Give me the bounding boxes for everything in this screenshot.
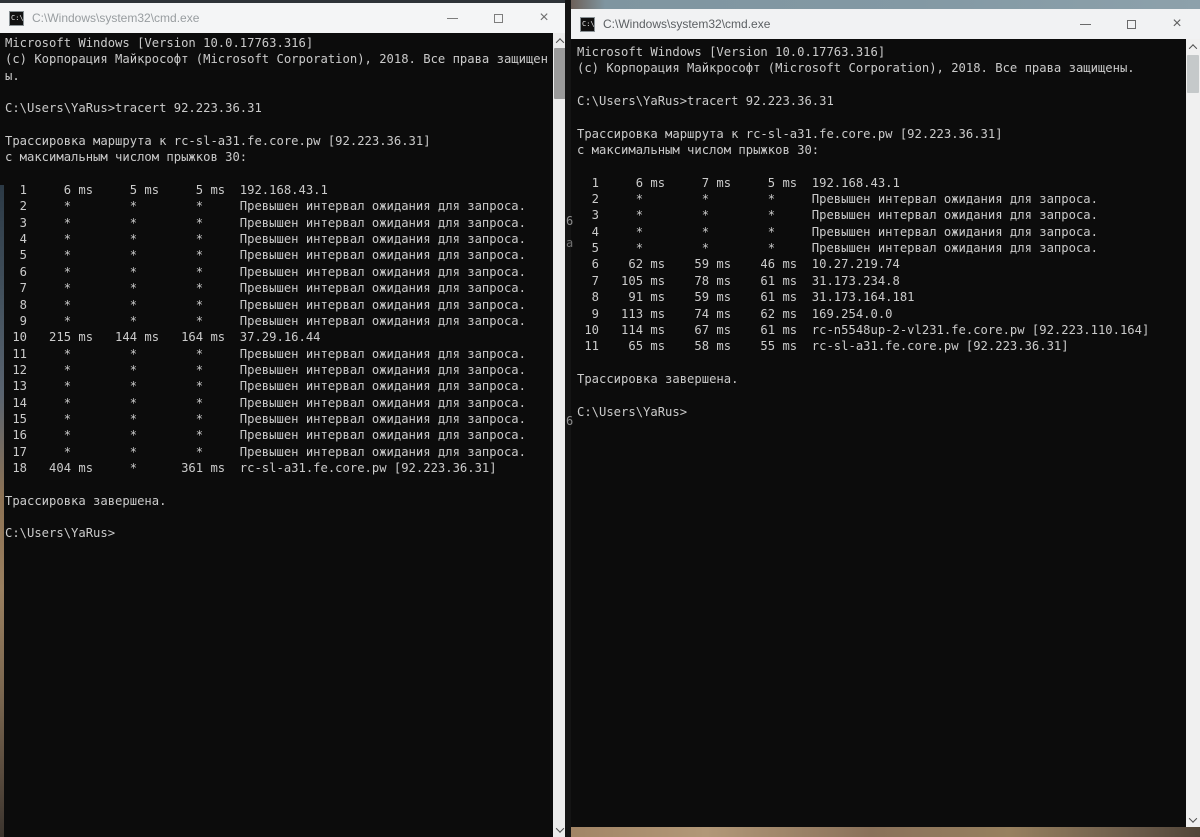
scrollbar-right[interactable] (1186, 39, 1200, 827)
window-title: C:\Windows\system32\cmd.exe (32, 11, 200, 25)
maximize-button[interactable] (1108, 9, 1154, 39)
desktop-wallpaper-top (567, 0, 1200, 9)
chevron-up-icon (1188, 43, 1198, 53)
scroll-up-button[interactable] (1186, 39, 1200, 54)
console-output-left[interactable]: Microsoft Windows [Version 10.0.17763.31… (0, 33, 553, 837)
chevron-up-icon (555, 37, 565, 47)
scroll-down-button[interactable] (1186, 812, 1200, 827)
window-controls: × (1062, 9, 1200, 39)
minimize-button[interactable] (429, 3, 475, 33)
scrollbar-thumb[interactable] (1187, 55, 1199, 93)
background-window-artifact: 6 (566, 414, 574, 428)
console-output-right[interactable]: Microsoft Windows [Version 10.0.17763.31… (571, 39, 1186, 827)
desktop-wallpaper-left-sliver (0, 185, 4, 837)
cmd-window-right: C:\ C:\Windows\system32\cmd.exe × Micros… (571, 9, 1200, 827)
cmd-icon[interactable]: C:\ (9, 10, 24, 26)
cmd-window-left: C:\ C:\Windows\system32\cmd.exe × Micros… (0, 0, 567, 837)
chevron-down-icon (1188, 813, 1198, 823)
window-controls: × (429, 3, 567, 33)
background-window-artifact: а (566, 236, 574, 250)
close-button[interactable]: × (1154, 9, 1200, 39)
cmd-icon-text: C:\ (582, 19, 595, 28)
window-gap: 6 а 6 (565, 0, 574, 837)
minimize-icon (446, 17, 458, 19)
background-window-artifact: 6 (566, 214, 574, 228)
maximize-icon (493, 13, 503, 23)
desktop-wallpaper-bottom (567, 827, 1200, 837)
window-title: C:\Windows\system32\cmd.exe (603, 17, 771, 31)
titlebar-left[interactable]: C:\ C:\Windows\system32\cmd.exe × (0, 3, 567, 33)
close-button[interactable]: × (521, 3, 567, 33)
close-icon: × (539, 9, 549, 26)
titlebar-right[interactable]: C:\ C:\Windows\system32\cmd.exe × (571, 9, 1200, 39)
minimize-button[interactable] (1062, 9, 1108, 39)
desktop: C:\ C:\Windows\system32\cmd.exe × Micros… (0, 0, 1200, 837)
cmd-icon[interactable]: C:\ (580, 16, 595, 32)
chevron-down-icon (555, 823, 565, 833)
cmd-icon-text: C:\ (11, 13, 24, 22)
maximize-button[interactable] (475, 3, 521, 33)
maximize-icon (1126, 19, 1136, 29)
close-icon: × (1172, 15, 1182, 32)
minimize-icon (1079, 23, 1091, 25)
